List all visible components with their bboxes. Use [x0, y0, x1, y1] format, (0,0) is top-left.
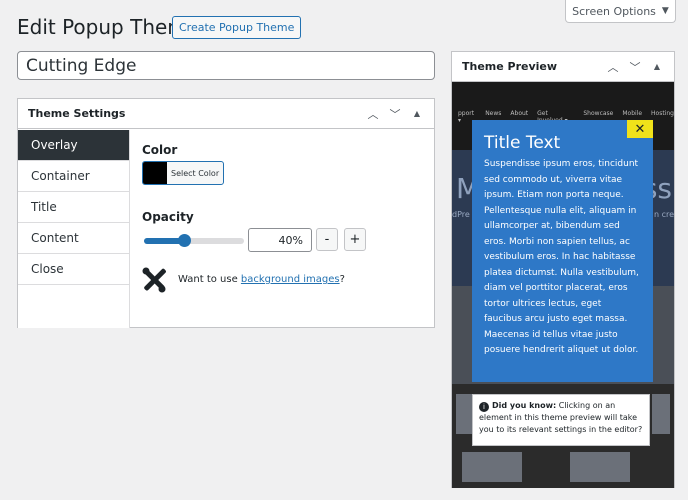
preview-popup[interactable]: Title Text Suspendisse ipsum eros, tinci…: [472, 120, 653, 382]
preview-thumbnail: [570, 452, 630, 482]
background-hint-prefix: Want to use: [178, 274, 241, 285]
screen-options-button[interactable]: Screen Options ▼: [565, 0, 676, 23]
popup-content[interactable]: Suspendisse ipsum eros, tincidunt sed co…: [484, 157, 641, 359]
move-down-icon[interactable]: ﹀: [628, 59, 642, 75]
did-you-know-notice: i Did you know: Clicking on an element in…: [472, 394, 650, 446]
preview-thumbnail: [456, 394, 472, 434]
theme-preview-header: Theme Preview ︿ ﹀ ▲: [452, 52, 674, 82]
opacity-label: Opacity: [142, 210, 194, 224]
move-up-icon[interactable]: ︿: [366, 106, 380, 122]
select-color-label: Select Color: [171, 168, 220, 178]
theme-preview-box: Theme Preview ︿ ﹀ ▲ pport ▾ News About G…: [451, 51, 675, 488]
background-images-link[interactable]: background images: [241, 274, 340, 285]
opacity-input[interactable]: 40%: [248, 228, 312, 252]
background-images-hint: Want to use background images?: [178, 274, 345, 285]
toggle-panel-icon[interactable]: ▲: [650, 62, 664, 71]
overlay-settings-pane: Color Select Color Opacity 40% - + Want …: [142, 143, 427, 293]
tab-overlay[interactable]: Overlay: [18, 130, 129, 161]
tools-icon: [142, 267, 166, 293]
preview-handle-actions: ︿ ﹀ ▲: [606, 59, 664, 75]
opacity-decrease-button[interactable]: -: [316, 228, 338, 251]
theme-title-input[interactable]: Cutting Edge: [17, 51, 435, 80]
move-down-icon[interactable]: ﹀: [388, 106, 402, 122]
select-color-button[interactable]: Select Color: [142, 161, 224, 185]
screen-options-label: Screen Options: [572, 4, 656, 18]
move-up-icon[interactable]: ︿: [606, 59, 620, 75]
opacity-slider-thumb[interactable]: [178, 234, 191, 247]
popup-title[interactable]: Title Text: [484, 133, 641, 153]
popup-close-icon[interactable]: ✕: [627, 120, 653, 138]
site-nav-item: Hosting: [651, 110, 674, 117]
toggle-panel-icon[interactable]: ▲: [410, 109, 424, 118]
preview-thumbnail: [652, 394, 670, 434]
tab-content[interactable]: Content: [18, 223, 129, 254]
theme-settings-title: Theme Settings: [28, 107, 126, 120]
create-popup-theme-button[interactable]: Create Popup Theme: [172, 16, 302, 39]
color-swatch: [143, 162, 167, 184]
info-icon: i: [479, 402, 489, 412]
preview-hero-subtext-right: n cre: [653, 210, 674, 219]
theme-settings-box: Theme Settings ︿ ﹀ ▲ Overlay Container T…: [17, 98, 435, 328]
opacity-increase-button[interactable]: +: [344, 228, 366, 251]
tab-container[interactable]: Container: [18, 161, 129, 192]
handle-actions: ︿ ﹀ ▲: [366, 106, 424, 122]
tab-title[interactable]: Title: [18, 192, 129, 223]
theme-preview-canvas[interactable]: pport ▾ News About Get Involved ▾ Showca…: [452, 82, 674, 488]
theme-preview-title: Theme Preview: [462, 60, 558, 73]
settings-tabs: Overlay Container Title Content Close: [18, 130, 130, 328]
tab-close[interactable]: Close: [18, 254, 129, 285]
preview-hero-subtext-left: dPre: [452, 210, 470, 219]
caret-down-icon: ▼: [661, 6, 669, 16]
opacity-slider[interactable]: [144, 234, 244, 247]
notice-bold: Did you know:: [492, 401, 557, 410]
background-hint-suffix: ?: [339, 274, 345, 285]
theme-settings-header: Theme Settings ︿ ﹀ ▲: [18, 99, 434, 129]
color-label: Color: [142, 143, 178, 157]
preview-thumbnail: [462, 452, 522, 482]
